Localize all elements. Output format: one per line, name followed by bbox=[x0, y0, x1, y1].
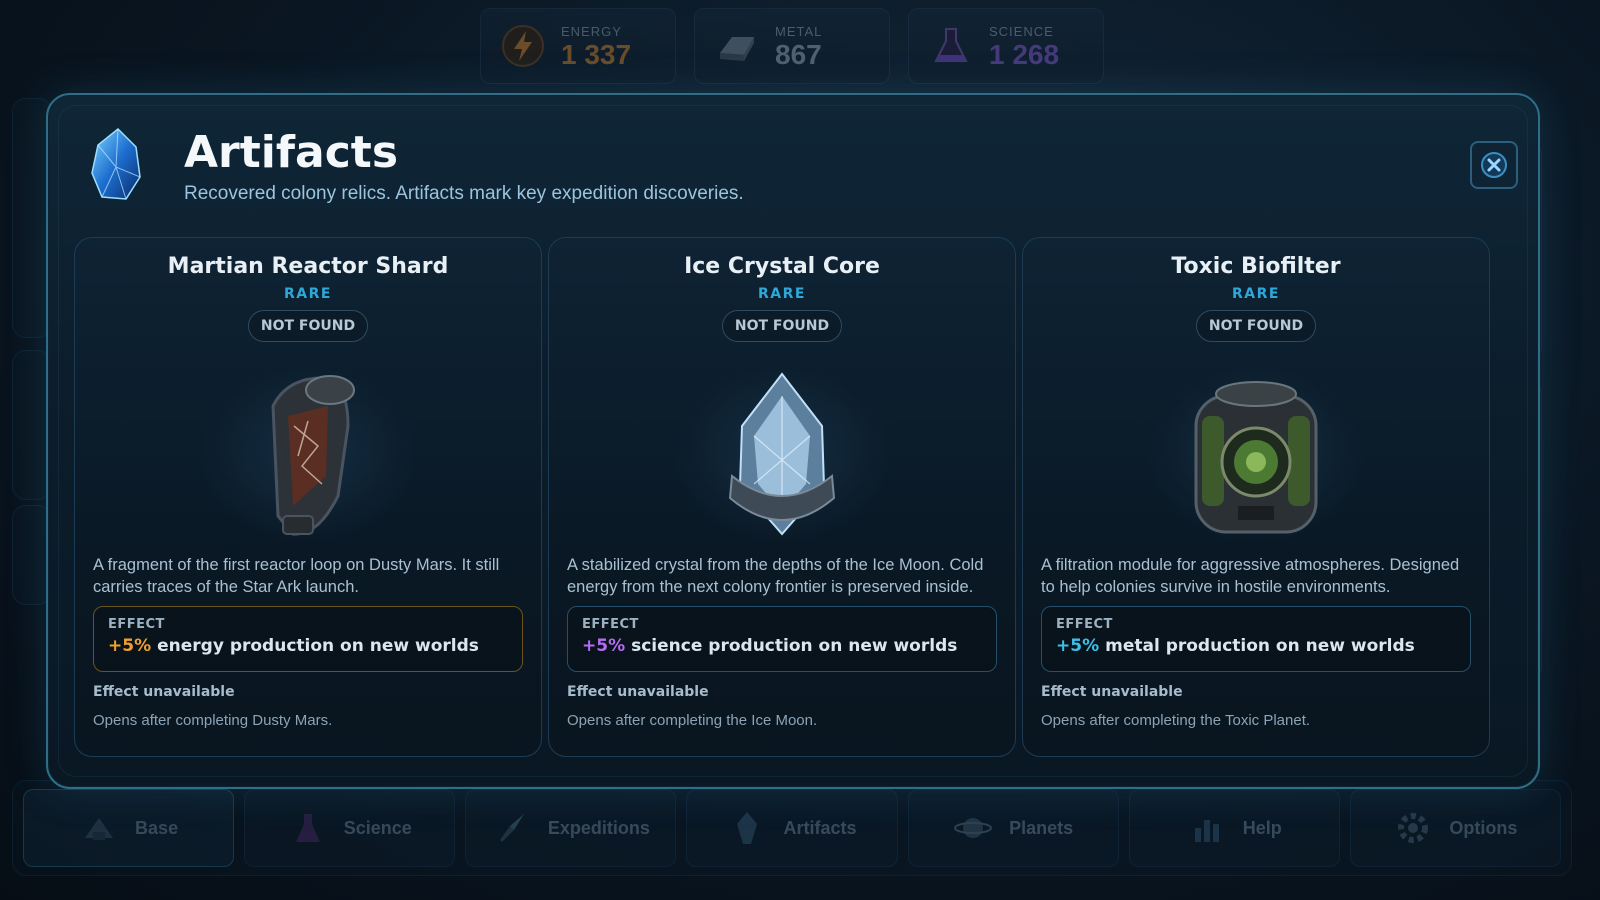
flask-icon bbox=[295, 814, 320, 842]
artifact-description: A filtration module for aggressive atmos… bbox=[1041, 556, 1460, 596]
nav-label: Artifacts bbox=[783, 817, 857, 838]
effect-unavailable-label: Effect unavailable bbox=[1041, 684, 1183, 700]
nav-expeditions-button[interactable]: Expeditions bbox=[465, 789, 677, 867]
status-badge: NOT FOUND bbox=[248, 310, 368, 342]
effect-percent: +5% bbox=[108, 636, 152, 656]
resource-label: METAL bbox=[775, 23, 823, 39]
nav-label: Help bbox=[1242, 817, 1282, 838]
unlock-note: Opens after completing Dusty Mars. bbox=[93, 712, 333, 729]
crystal-icon bbox=[737, 812, 758, 844]
effect-box: EFFECT +5% energy production on new world… bbox=[93, 606, 523, 672]
effect-unavailable-label: Effect unavailable bbox=[567, 684, 709, 700]
nav-planets-button[interactable]: Planets bbox=[907, 789, 1119, 867]
artifacts-modal: Artifacts Recovered colony relics. Artif… bbox=[46, 93, 1540, 789]
nav-label: Options bbox=[1449, 817, 1518, 838]
lightning-icon bbox=[499, 22, 547, 70]
effect-text: energy production on new worlds bbox=[157, 636, 479, 656]
artifact-rarity: RARE bbox=[284, 286, 332, 302]
base-icon bbox=[85, 818, 114, 840]
artifact-card-toxic-biofilter[interactable]: Toxic Biofilter RARE NOT FOUND A filtrat… bbox=[1022, 237, 1490, 757]
status-badge: NOT FOUND bbox=[722, 310, 842, 342]
resource-value: 867 bbox=[775, 38, 822, 70]
effect-box: EFFECT +5% science production on new worl… bbox=[567, 606, 997, 672]
effect-label: EFFECT bbox=[582, 617, 639, 632]
rocket-icon bbox=[499, 814, 524, 842]
effect-text: science production on new worlds bbox=[631, 636, 958, 656]
effect-text: metal production on new worlds bbox=[1105, 636, 1415, 656]
resource-energy: ENERGY 1 337 bbox=[480, 8, 676, 84]
effect-percent: +5% bbox=[1056, 636, 1100, 656]
effect-label: EFFECT bbox=[1056, 617, 1113, 632]
modal-title: Artifacts bbox=[184, 127, 399, 178]
resource-label: SCIENCE bbox=[989, 23, 1054, 39]
nav-label: Science bbox=[343, 817, 412, 838]
artifact-description: A fragment of the first reactor loop on … bbox=[93, 556, 500, 596]
artifact-rarity: RARE bbox=[1232, 286, 1280, 302]
bottom-nav: Base Science Expeditions Artifacts Plane… bbox=[12, 780, 1572, 876]
artifact-rarity: RARE bbox=[758, 286, 806, 302]
artifact-crystal-icon bbox=[88, 127, 144, 203]
effect-unavailable-label: Effect unavailable bbox=[93, 684, 235, 700]
nav-label: Planets bbox=[1009, 817, 1074, 838]
resource-metal: METAL 867 bbox=[694, 8, 890, 84]
unlock-note: Opens after completing the Ice Moon. bbox=[567, 712, 818, 729]
effect-description: +5% metal production on new worlds bbox=[1056, 636, 1456, 656]
metal-ingot-icon bbox=[713, 22, 761, 70]
effect-description: +5% science production on new worlds bbox=[582, 636, 982, 656]
nav-science-button[interactable]: Science bbox=[244, 789, 456, 867]
artifact-name: Toxic Biofilter bbox=[1171, 254, 1341, 279]
close-button[interactable] bbox=[1470, 141, 1518, 189]
resource-bar: ENERGY 1 337 METAL 867 SCIENCE 1 268 bbox=[480, 8, 1104, 84]
resource-value: 1 337 bbox=[561, 38, 632, 70]
effect-percent: +5% bbox=[582, 636, 626, 656]
nav-base-button[interactable]: Base bbox=[23, 789, 235, 867]
effect-label: EFFECT bbox=[108, 617, 165, 632]
artifact-name: Ice Crystal Core bbox=[684, 254, 880, 279]
resource-label: ENERGY bbox=[561, 23, 622, 39]
planet-icon bbox=[954, 818, 993, 838]
effect-description: +5% energy production on new worlds bbox=[108, 636, 508, 656]
gear-icon bbox=[1398, 813, 1429, 843]
artifact-description: A stabilized crystal from the depths of … bbox=[567, 556, 984, 596]
resource-value: 1 268 bbox=[989, 38, 1060, 70]
artifact-name: Martian Reactor Shard bbox=[167, 254, 449, 279]
nav-artifacts-button[interactable]: Artifacts bbox=[686, 789, 898, 867]
effect-box: EFFECT +5% metal production on new worlds bbox=[1041, 606, 1471, 672]
nav-help-button[interactable]: Help bbox=[1128, 789, 1340, 867]
biofilter-art bbox=[1146, 366, 1366, 544]
ice-crystal-art bbox=[672, 366, 892, 544]
nav-label: Base bbox=[135, 817, 179, 838]
unlock-note: Opens after completing the Toxic Planet. bbox=[1041, 712, 1311, 729]
artifact-card-ice-crystal-core[interactable]: Ice Crystal Core RARE NOT FOUND A stabil… bbox=[548, 237, 1016, 757]
nav-label: Expeditions bbox=[547, 817, 650, 838]
resource-science: SCIENCE 1 268 bbox=[908, 8, 1104, 84]
nav-options-button[interactable]: Options bbox=[1349, 789, 1561, 867]
flask-icon bbox=[927, 22, 975, 70]
modal-subtitle: Recovered colony relics. Artifacts mark … bbox=[184, 183, 744, 204]
help-icon bbox=[1194, 820, 1219, 842]
artifact-card-reactor-shard[interactable]: Martian Reactor Shard RARE NOT FOUND A f… bbox=[74, 237, 542, 757]
close-icon bbox=[1481, 152, 1507, 178]
reactor-shard-art bbox=[198, 366, 418, 544]
status-badge: NOT FOUND bbox=[1196, 310, 1316, 342]
